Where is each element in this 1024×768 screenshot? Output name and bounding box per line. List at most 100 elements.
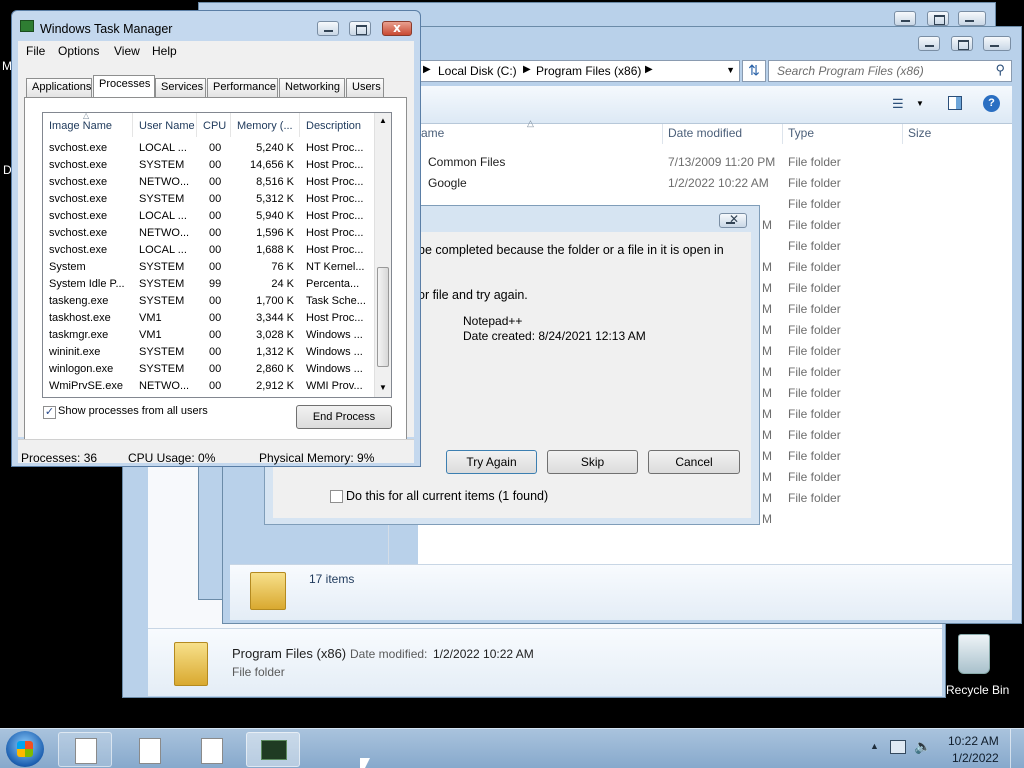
back-window-close-button[interactable] xyxy=(958,11,986,26)
process-row[interactable]: svchost.exe NETWO... 00 8,516 K Host Proc... xyxy=(43,174,376,191)
menu-help[interactable]: Help xyxy=(152,44,177,58)
process-row[interactable]: taskhost.exe VM1 00 3,344 K Host Proc... xyxy=(43,310,376,327)
do-this-for-all-checkbox[interactable] xyxy=(330,490,343,503)
dialog-close-button[interactable]: ✕ xyxy=(719,212,747,228)
scroll-thumb[interactable] xyxy=(377,267,389,367)
recycle-bin[interactable]: Recycle Bin xyxy=(946,630,1024,698)
refresh-icon: ⇅ xyxy=(748,62,760,78)
file-row-type: File folder xyxy=(788,365,841,379)
breadcrumb-program-files[interactable]: Program Files (x86) xyxy=(536,64,641,78)
file-row[interactable]: Google 1/2/2022 10:22 AM File folder xyxy=(418,173,1012,194)
file-row-date-fragment: M xyxy=(762,470,772,484)
search-icon[interactable]: ⚲ xyxy=(995,62,1005,78)
skip-button[interactable]: Skip xyxy=(547,450,638,474)
explorer-minimize-button[interactable] xyxy=(918,36,940,51)
task-manager-minimize-button[interactable] xyxy=(317,21,339,36)
scroll-down-icon[interactable]: ▼ xyxy=(379,383,387,392)
process-row[interactable]: System Idle P... SYSTEM 99 24 K Percenta... xyxy=(43,276,376,293)
breadcrumb-arrow-icon[interactable]: ▶ xyxy=(523,64,531,75)
column-divider xyxy=(662,124,663,144)
column-name[interactable]: ame xyxy=(421,126,444,140)
cancel-button[interactable]: Cancel xyxy=(648,450,740,474)
process-memory: 5,312 K xyxy=(256,193,294,205)
process-row[interactable]: svchost.exe LOCAL ... 00 5,940 K Host Proc..… xyxy=(43,208,376,225)
process-list-scrollbar[interactable]: ▲ ▼ xyxy=(374,113,391,397)
tab-users[interactable]: Users xyxy=(346,78,384,97)
breadcrumb-local-disk[interactable]: Local Disk (C:) xyxy=(438,64,517,78)
show-all-label[interactable]: Show processes from all users xyxy=(58,405,208,417)
address-dropdown-icon[interactable]: ▼ xyxy=(726,65,735,75)
search-input[interactable]: Search Program Files (x86) ⚲ xyxy=(768,60,1012,82)
col-description[interactable]: Description xyxy=(300,113,376,137)
task-manager-maximize-button[interactable] xyxy=(349,21,371,36)
taskbar-explorer-button-3[interactable] xyxy=(184,732,238,767)
process-cpu: 00 xyxy=(209,312,222,324)
address-bar[interactable]: ▶ Local Disk (C:) ▶ Program Files (x86) … xyxy=(418,60,740,82)
column-size[interactable]: Size xyxy=(908,126,931,140)
clock-date[interactable]: 1/2/2022 xyxy=(952,751,999,765)
try-again-button[interactable]: Try Again xyxy=(446,450,537,474)
refresh-button[interactable]: ⇅ xyxy=(742,60,766,82)
column-type[interactable]: Type xyxy=(788,126,814,140)
breadcrumb-arrow-icon[interactable]: ▶ xyxy=(645,64,653,75)
col-user-name[interactable]: User Name xyxy=(133,113,197,137)
process-memory: 76 K xyxy=(271,261,294,273)
process-row[interactable]: WmiPrvSE.exe NETWO... 00 2,912 K WMI Prov... xyxy=(43,378,376,395)
taskbar-task-manager-button[interactable] xyxy=(246,732,300,767)
col-memory[interactable]: Memory (... xyxy=(231,113,300,137)
process-memory: 24 K xyxy=(271,278,294,290)
back-window-minimize-button[interactable] xyxy=(894,11,916,26)
show-desktop-button[interactable] xyxy=(1010,729,1024,768)
process-cpu: 00 xyxy=(209,380,222,392)
process-row[interactable]: winlogon.exe SYSTEM 00 2,860 K Windows ... xyxy=(43,361,376,378)
tab-services[interactable]: Services xyxy=(155,78,206,97)
process-row[interactable]: svchost.exe SYSTEM 00 5,312 K Host Proc... xyxy=(43,191,376,208)
do-this-for-all-label[interactable]: Do this for all current items (1 found) xyxy=(346,489,548,503)
preview-pane-icon[interactable] xyxy=(948,96,962,110)
back-window-maximize-button[interactable] xyxy=(927,11,949,26)
dialog-message-line1: be completed because the folder or a fil… xyxy=(418,243,724,257)
task-manager-icon xyxy=(261,740,287,760)
mouse-cursor-icon xyxy=(360,758,370,768)
view-options-icon[interactable]: ☰ xyxy=(892,96,904,112)
process-row[interactable]: svchost.exe SYSTEM 00 14,656 K Host Proc... xyxy=(43,157,376,174)
network-icon[interactable] xyxy=(890,740,906,754)
process-image-name: svchost.exe xyxy=(49,176,108,188)
process-description: Windows ... xyxy=(306,363,363,375)
view-dropdown-icon[interactable]: ▼ xyxy=(916,99,924,108)
process-row[interactable]: svchost.exe LOCAL ... 00 1,688 K Host Proc..… xyxy=(43,242,376,259)
explorer-close-button[interactable] xyxy=(983,36,1011,51)
tab-processes[interactable]: Processes xyxy=(93,75,155,98)
help-icon[interactable]: ? xyxy=(983,95,1000,112)
tab-applications[interactable]: Applications xyxy=(26,78,92,97)
col-cpu[interactable]: CPU xyxy=(197,113,231,137)
tab-performance[interactable]: Performance xyxy=(207,78,278,97)
menu-view[interactable]: View xyxy=(114,44,140,58)
show-all-checkbox[interactable]: ✓ xyxy=(43,406,56,419)
breadcrumb-arrow-icon[interactable]: ▶ xyxy=(423,64,431,75)
process-image-name: taskmgr.exe xyxy=(49,329,109,341)
process-row[interactable]: svchost.exe LOCAL ... 00 5,240 K Host Proc..… xyxy=(43,140,376,157)
explorer-maximize-button[interactable] xyxy=(951,36,973,51)
scroll-up-icon[interactable]: ▲ xyxy=(379,116,387,125)
tab-networking[interactable]: Networking xyxy=(279,78,345,97)
process-row[interactable]: System SYSTEM 00 76 K NT Kernel... xyxy=(43,259,376,276)
process-row[interactable]: taskeng.exe SYSTEM 00 1,700 K Task Sche... xyxy=(43,293,376,310)
file-row[interactable]: Common Files 7/13/2009 11:20 PM File folde… xyxy=(418,152,1012,173)
menu-file[interactable]: File xyxy=(26,44,45,58)
process-list[interactable]: Image Name △ User Name CPU Memory (... D… xyxy=(42,112,392,398)
start-button[interactable] xyxy=(6,731,44,767)
menu-options[interactable]: Options xyxy=(58,44,99,58)
taskbar-explorer-button-1[interactable] xyxy=(58,732,112,767)
task-manager-close-button[interactable]: x xyxy=(382,21,412,36)
process-row[interactable]: wininit.exe SYSTEM 00 1,312 K Windows ... xyxy=(43,344,376,361)
task-manager-window[interactable]: Windows Task Manager x File Options View… xyxy=(11,10,421,467)
column-date-modified[interactable]: Date modified xyxy=(668,126,742,140)
clock-time[interactable]: 10:22 AM xyxy=(948,734,999,748)
show-hidden-icons-icon[interactable]: ▲ xyxy=(870,741,879,751)
process-row[interactable]: svchost.exe NETWO... 00 1,596 K Host Proc... xyxy=(43,225,376,242)
volume-icon[interactable]: 🔈 xyxy=(914,738,931,755)
end-process-button[interactable]: End Process xyxy=(296,405,392,429)
taskbar-explorer-button-2[interactable] xyxy=(122,732,176,767)
process-row[interactable]: taskmgr.exe VM1 00 3,028 K Windows ... xyxy=(43,327,376,344)
